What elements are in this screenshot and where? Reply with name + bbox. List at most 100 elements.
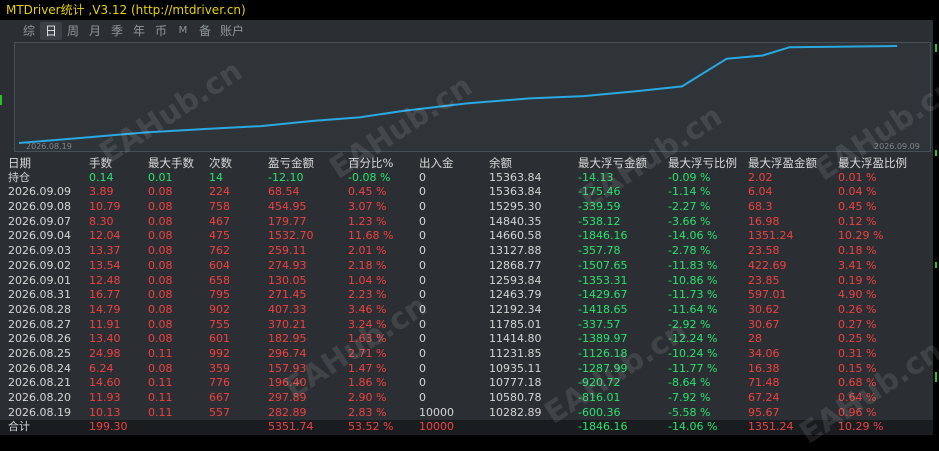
cell: 2.83 % [348,405,387,419]
cell: 0.45 % [348,185,387,199]
cell: 最大浮亏金额 [578,156,647,170]
cell: 10.13 [89,405,121,419]
window-title: MTDriver统计 ,V3.12 (http://mtdriver.cn) [0,0,933,20]
cell: 0 [419,185,426,199]
table-header: 日期 手数 最大手数 次数 盈亏金额 百分比% 出入金 余额 最大浮亏金额 最大浮亏比例 最大浮盈金… [0,156,933,171]
cell: 0.08 [148,361,173,375]
cell: 2.18 % [348,258,387,272]
cell: 0.08 [148,214,173,228]
cell: -920.72 [578,376,621,390]
stats-window: MTDriver统计 ,V3.12 (http://mtdriver.cn) 综… [0,0,939,451]
cell: 1.63 % [348,332,387,346]
cell: 百分比% [348,156,394,170]
cell: -0.08 % [348,170,391,184]
tab-1[interactable]: 日 [40,22,62,40]
cell: 2026.09.04 [8,229,71,243]
cell: 盈亏金额 [268,156,314,170]
cell: 2026.09.09 [8,185,71,199]
tab-9[interactable]: 账户 [216,22,248,40]
cell: 2026.08.26 [8,332,71,346]
cell: 15295.30 [489,200,542,214]
cell: 2026.09.02 [8,258,71,272]
tab-6[interactable]: 币 [150,22,172,40]
table-row: 2026.09.02 13.54 0.08 604 274.93 2.18 % 0 12868… [0,259,933,274]
cell: 776 [209,376,230,390]
cell: -1418.65 [578,302,628,316]
table-row: 2026.08.26 13.40 0.08 601 182.95 1.63 % 0 11414… [0,332,933,347]
edge-marker [935,44,937,52]
cell: -538.12 [578,214,621,228]
cell: 597.01 [748,288,787,302]
cell: 出入金 [419,156,454,170]
cell: 2.02 [748,170,773,184]
cell: 24.98 [89,346,121,360]
cell: 0.68 % [838,376,877,390]
cell: 11.91 [89,317,121,331]
cell: 10935.11 [489,361,542,375]
tab-5[interactable]: 年 [128,22,150,40]
cell: 992 [209,346,230,360]
cell: 95.67 [748,405,780,419]
cell: -11.83 % [668,258,718,272]
cell: 最大浮亏比例 [668,156,737,170]
cell: 1532.70 [268,229,314,243]
cell: 0.08 [148,288,173,302]
cell: 10.79 [89,200,121,214]
cell: 14840.35 [489,214,542,228]
cell: 604 [209,258,230,272]
cell: 601 [209,332,230,346]
cell: 0 [419,376,426,390]
cell: 15363.84 [489,170,542,184]
cell: 0 [419,214,426,228]
tab-8[interactable]: 备 [194,22,216,40]
cell: 0.15 % [838,361,877,375]
cell: 最大浮盈比例 [838,156,907,170]
cell: 467 [209,214,230,228]
cell: -1846.16 [578,229,628,243]
cell: -2.78 % [668,244,711,258]
table-row: 2026.08.21 14.60 0.11 776 196.40 1.86 % 0 10777… [0,376,933,391]
cell: -5.58 % [668,405,711,419]
cell: 11231.85 [489,346,542,360]
tab-7[interactable]: M [172,22,194,40]
period-tabs: 综日周月季年币 M 备账户 [0,20,933,42]
tab-0[interactable]: 综 [18,22,40,40]
cell: 0 [419,302,426,316]
cell: 454.95 [268,200,307,214]
cell: -1389.97 [578,332,628,346]
cell: 0 [419,391,426,404]
cell: 14.79 [89,302,121,316]
table-row: 2026.09.01 12.48 0.08 658 130.05 1.04 % 0 12593… [0,274,933,289]
table-row: 2026.08.27 11.91 0.08 755 370.21 3.24 % 0 11785… [0,318,933,333]
cell: 13.37 [89,244,121,258]
cell: 11785.01 [489,317,542,331]
edge-marker [935,150,937,156]
tab-4[interactable]: 季 [106,22,128,40]
cell: -1353.31 [578,273,628,287]
cell: 68.54 [268,185,300,199]
cell: 282.89 [268,405,307,419]
cell: 67.24 [748,391,780,404]
tab-3[interactable]: 月 [84,22,106,40]
cell: 0 [419,317,426,331]
cell: -11.73 % [668,288,718,302]
cell: -8.64 % [668,376,711,390]
cell: 6.24 [89,361,114,375]
cell: 12463.79 [489,288,542,302]
cell: 1.86 % [348,376,387,390]
equity-chart-svg [18,45,898,144]
table-row: 持仓 0.14 0.01 14 -12.10 -0.08 % 0 15363.84 -14.13… [0,171,933,186]
cell: 10000 [419,405,454,419]
equity-chart [14,42,931,152]
cell: 71.48 [748,376,780,390]
cell: -1126.18 [578,346,628,360]
cell: 0.08 [148,258,173,272]
cell: 0.64 % [838,391,877,404]
cell: 13.54 [89,258,121,272]
table-row: 2026.09.04 12.04 0.08 475 1532.70 11.68 % 0 146… [0,229,933,244]
cell: 1.04 % [348,273,387,287]
cell: 余额 [489,156,512,170]
cell: 0.08 [148,244,173,258]
tab-2[interactable]: 周 [62,22,84,40]
cell: 16.38 [748,361,780,375]
